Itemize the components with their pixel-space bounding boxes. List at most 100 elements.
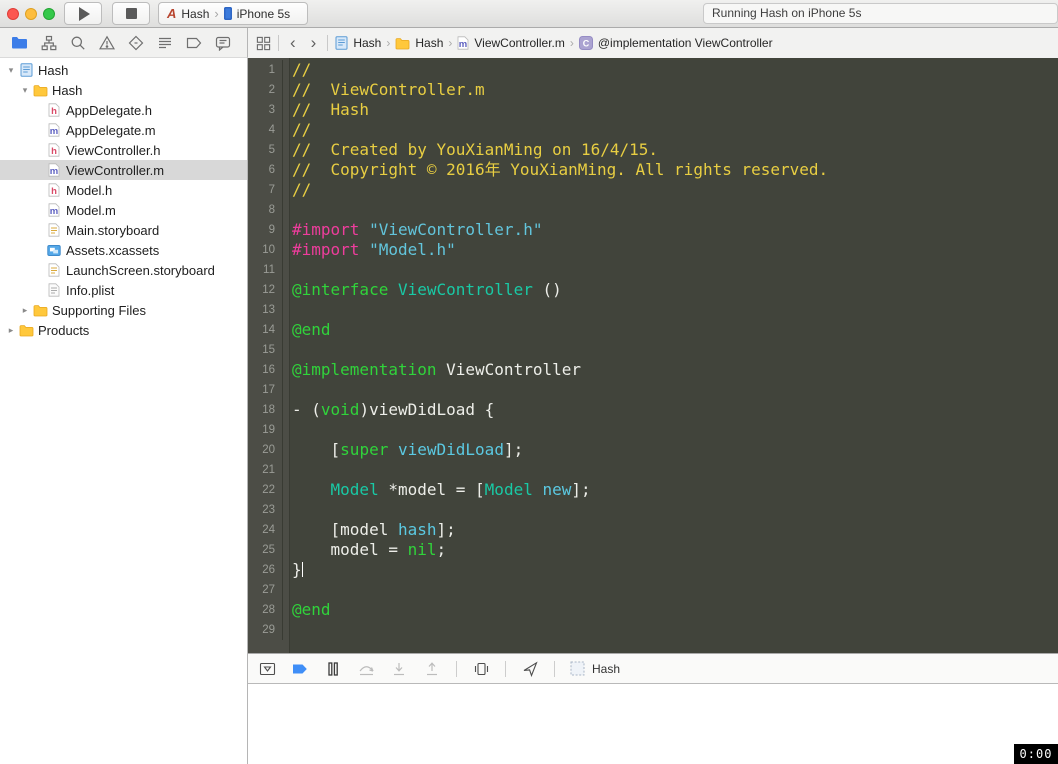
code-line-7[interactable]: 7 // — [248, 180, 1058, 200]
disclosure-triangle[interactable]: ▾ — [18, 85, 32, 96]
navigator-tab-breakpoints[interactable] — [179, 30, 208, 56]
divider — [505, 660, 506, 677]
code-line-2[interactable]: 2 // ViewController.m — [248, 80, 1058, 100]
code-line-19[interactable]: 19 — [248, 420, 1058, 440]
sidebar-item-hash[interactable]: ▾ Hash — [0, 60, 247, 80]
breadcrumb-item-implementation-viewcontroller[interactable]: C @implementation ViewController — [578, 36, 773, 50]
navigator-tab-issues[interactable] — [92, 30, 121, 56]
sidebar-item-model-h[interactable]: h Model.h — [0, 180, 247, 200]
debug-console-area[interactable] — [248, 684, 1058, 764]
navigator-tab-search[interactable] — [63, 30, 92, 56]
sidebar-item-appdelegate-h[interactable]: h AppDelegate.h — [0, 100, 247, 120]
code-line-21[interactable]: 21 — [248, 460, 1058, 480]
go-back-button[interactable]: ‹ — [286, 34, 300, 51]
disclosure-triangle[interactable]: ▾ — [4, 65, 18, 76]
code-line-27[interactable]: 27 — [248, 580, 1058, 600]
svg-text:m: m — [50, 126, 58, 137]
sidebar-item-supporting-files[interactable]: ▸ Supporting Files — [0, 300, 247, 320]
code-line-5[interactable]: 5 // Created by YouXianMing on 16/4/15. — [248, 140, 1058, 160]
code-line-6[interactable]: 6 // Copyright © 2016年 YouXianMing. All r… — [248, 160, 1058, 180]
breadcrumb-item-hash[interactable]: Hash — [395, 36, 443, 50]
project-icon — [11, 35, 28, 50]
sidebar-item-products[interactable]: ▸ Products — [0, 320, 247, 340]
code-line-11[interactable]: 11 — [248, 260, 1058, 280]
sidebar-item-viewcontroller-m[interactable]: m ViewController.m — [0, 160, 247, 180]
code-line-26[interactable]: 26} — [248, 560, 1058, 580]
hide-debug-area-button[interactable] — [258, 660, 276, 678]
go-forward-button[interactable]: › — [307, 34, 321, 51]
step-into-button[interactable] — [390, 660, 408, 678]
breadcrumb-separator: › — [448, 36, 453, 50]
code-line-25[interactable]: 25 model = nil; — [248, 540, 1058, 560]
navigator-tab-tests[interactable] — [121, 30, 150, 56]
code-line-16[interactable]: 16 @implementation ViewController — [248, 360, 1058, 380]
code-line-23[interactable]: 23 — [248, 500, 1058, 520]
step-over-button[interactable] — [357, 660, 375, 678]
code-line-15[interactable]: 15 — [248, 340, 1058, 360]
minimize-window-button[interactable] — [25, 8, 37, 20]
line-number: 4 — [248, 120, 283, 140]
iphone-device-icon — [223, 7, 232, 20]
related-items-icon[interactable] — [256, 36, 271, 51]
navigator-tab-debug[interactable] — [150, 30, 179, 56]
code-line-3[interactable]: 3 // Hash — [248, 100, 1058, 120]
code-line-9[interactable]: 9 #import "ViewController.h" — [248, 220, 1058, 240]
code-line-13[interactable]: 13 — [248, 300, 1058, 320]
pause-button[interactable] — [324, 660, 342, 678]
navigator-tab-symbols[interactable] — [34, 30, 63, 56]
simulate-location-button[interactable] — [521, 660, 539, 678]
navigator-tab-reports[interactable] — [208, 30, 237, 56]
c-icon: C — [578, 36, 593, 50]
sidebar-item-model-m[interactable]: m Model.m — [0, 200, 247, 220]
scheme-selector[interactable]: A Hash › iPhone 5s — [158, 2, 308, 25]
code-text: model = nil; — [292, 540, 447, 559]
sidebar-item-assets-xcassets[interactable]: Assets.xcassets — [0, 240, 247, 260]
code-line-22[interactable]: 22 Model *model = [Model new]; — [248, 480, 1058, 500]
h-icon: h — [46, 183, 62, 198]
run-button[interactable] — [64, 2, 102, 25]
breakpoints-toggle-button[interactable] — [291, 660, 309, 678]
stop-button[interactable] — [112, 2, 150, 25]
sidebar-item-appdelegate-m[interactable]: m AppDelegate.m — [0, 120, 247, 140]
process-selector[interactable]: Hash — [570, 661, 620, 676]
code-line-1[interactable]: 1 // — [248, 60, 1058, 80]
breadcrumb-item-hash[interactable]: Hash — [335, 36, 381, 50]
code-line-17[interactable]: 17 — [248, 380, 1058, 400]
code-line-24[interactable]: 24 [model hash]; — [248, 520, 1058, 540]
line-number: 10 — [248, 240, 283, 260]
line-number: 6 — [248, 160, 283, 180]
disclosure-triangle[interactable]: ▸ — [18, 305, 32, 316]
sidebar-item-viewcontroller-h[interactable]: h ViewController.h — [0, 140, 247, 160]
breadcrumb-item-viewcontroller-m[interactable]: m ViewController.m — [457, 36, 565, 50]
code-line-10[interactable]: 10 #import "Model.h" — [248, 240, 1058, 260]
code-line-20[interactable]: 20 [super viewDidLoad]; — [248, 440, 1058, 460]
code-line-12[interactable]: 12 @interface ViewController () — [248, 280, 1058, 300]
code-line-14[interactable]: 14 @end — [248, 320, 1058, 340]
navigator-tab-project[interactable] — [5, 30, 34, 56]
sidebar-item-info-plist[interactable]: Info.plist — [0, 280, 247, 300]
code-line-28[interactable]: 28 @end — [248, 600, 1058, 620]
code-line-8[interactable]: 8 — [248, 200, 1058, 220]
code-line-18[interactable]: 18 - (void)viewDidLoad { — [248, 400, 1058, 420]
step-out-button[interactable] — [423, 660, 441, 678]
file-label: AppDelegate.m — [66, 122, 156, 138]
line-number: 28 — [248, 600, 283, 620]
code-line-4[interactable]: 4 // — [248, 120, 1058, 140]
close-window-button[interactable] — [7, 8, 19, 20]
disclosure-triangle[interactable]: ▸ — [4, 325, 18, 336]
file-label: Products — [38, 322, 90, 338]
breadcrumb-label: @implementation ViewController — [597, 36, 773, 50]
sidebar-item-hash[interactable]: ▾ Hash — [0, 80, 247, 100]
debug-view-hierarchy-button[interactable] — [472, 660, 490, 678]
tests-icon — [128, 35, 144, 51]
code-text: } — [292, 560, 304, 579]
code-line-29[interactable]: 29 — [248, 620, 1058, 640]
file-label: Model.h — [66, 182, 113, 198]
sidebar-item-launchscreen-storyboard[interactable]: LaunchScreen.storyboard — [0, 260, 247, 280]
zoom-window-button[interactable] — [43, 8, 55, 20]
sidebar-item-main-storyboard[interactable]: Main.storyboard — [0, 220, 247, 240]
source-editor[interactable]: 1 // 2 // ViewController.m 3 // Hash 4 // 5 // Cr… — [248, 58, 1058, 653]
xcode-window: A Hash › iPhone 5s Running Hash on iPhon… — [0, 0, 1058, 764]
